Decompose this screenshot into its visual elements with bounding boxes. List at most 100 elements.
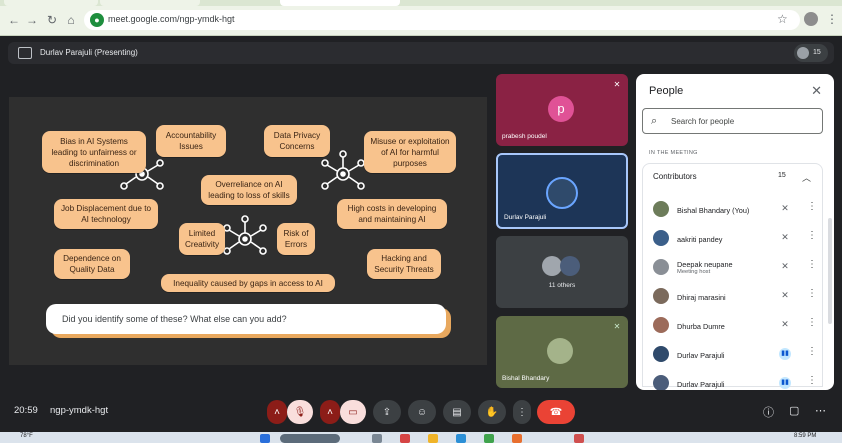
- start-icon[interactable]: [260, 434, 270, 443]
- slide-bubble: Bias in AI Systems leading to unfairness…: [42, 131, 146, 173]
- search-input[interactable]: ⌕ Search for people: [642, 108, 823, 134]
- participant-tile-prabesh[interactable]: p ✕ prabesh poudel: [496, 74, 628, 146]
- section-label: IN THE MEETING: [649, 150, 698, 156]
- url-text: meet.google.com/ngp-ymdk-hgt: [108, 14, 235, 24]
- group-count: 15: [778, 172, 786, 179]
- camera-off-button[interactable]: ▭: [340, 400, 366, 424]
- browser-tab-active[interactable]: [280, 0, 400, 6]
- slide-bubble: Misuse or exploitation of AI for harmful…: [364, 131, 456, 173]
- participants-chip[interactable]: 15: [794, 44, 828, 62]
- weather-widget[interactable]: 78°F: [20, 433, 33, 439]
- chevron-up-icon[interactable]: ︿: [802, 171, 811, 184]
- taskbar-app-icon[interactable]: [400, 434, 410, 443]
- participant-name: Durlav Parajuli: [677, 351, 725, 360]
- browser-tab[interactable]: [100, 0, 200, 6]
- presentation-banner: Durlav Parajuli (Presenting) 15: [8, 42, 834, 64]
- participant-name: Durlav Parajuli: [677, 380, 725, 389]
- more-options-icon[interactable]: ⋮: [807, 259, 817, 270]
- scrollbar[interactable]: [828, 218, 832, 324]
- avatar: [653, 346, 669, 362]
- participant-name: aakriti pandey: [677, 235, 723, 244]
- speaking-indicator-icon: ▮▮: [779, 348, 791, 360]
- taskbar-app-icon[interactable]: [428, 434, 438, 443]
- participant-row[interactable]: Deepak neupane Meeting host ✕ ⋮: [653, 253, 818, 281]
- captions-button[interactable]: ▤: [443, 400, 471, 424]
- present-now-button[interactable]: ⇪: [373, 400, 401, 424]
- tile-name: Durlav Parajuli: [504, 214, 547, 221]
- participant-row[interactable]: aakriti pandey ✕ ⋮: [653, 224, 818, 252]
- slide-bubble: Risk of Errors: [277, 223, 315, 255]
- participant-tile-bishal[interactable]: ✕ Bishal Bhandary: [496, 316, 628, 388]
- raise-hand-button[interactable]: ✋: [478, 400, 506, 424]
- more-options-icon[interactable]: ⋮: [807, 230, 817, 241]
- participant-row[interactable]: Dhiraj marasini ✕ ⋮: [653, 282, 818, 310]
- speaking-indicator-icon: ▮▮: [779, 377, 791, 389]
- more-options-icon[interactable]: ⋮: [807, 317, 817, 328]
- panel-title: People: [649, 85, 684, 97]
- avatar: [547, 338, 573, 364]
- more-options-icon[interactable]: ⋮: [807, 288, 817, 299]
- video-options-chevron-icon[interactable]: ˄: [320, 400, 340, 424]
- avatar: [653, 230, 669, 246]
- network-hub-icon: [223, 215, 267, 255]
- taskbar-app-icon[interactable]: [484, 434, 494, 443]
- taskbar-search[interactable]: [280, 434, 340, 443]
- participant-row[interactable]: Durlav Parajuli ▮▮ ⋮: [653, 369, 818, 390]
- slide-bubble: High costs in developing and maintaining…: [337, 199, 447, 229]
- present-screen-icon: [18, 47, 32, 59]
- chat-icon[interactable]: ▢: [789, 404, 799, 417]
- site-info-icon[interactable]: ●: [90, 13, 104, 27]
- slide-bubble: Data Privacy Concerns: [264, 125, 330, 157]
- avatar: [653, 317, 669, 333]
- taskbar-app-icon[interactable]: [512, 434, 522, 443]
- mic-off-icon: ✕: [781, 261, 789, 271]
- audio-options-chevron-icon[interactable]: ˄: [267, 400, 287, 424]
- address-bar[interactable]: ● meet.google.com/ngp-ymdk-hgt: [84, 10, 800, 30]
- tile-name: prabesh poudel: [502, 133, 547, 140]
- participant-name: Dhurba Dumre: [677, 322, 725, 331]
- browser-tab[interactable]: [4, 0, 98, 6]
- avatar: [653, 288, 669, 304]
- participants-count: 15: [813, 49, 821, 56]
- avatar: [546, 177, 578, 209]
- home-icon[interactable]: ⌂: [63, 12, 79, 28]
- taskbar-app-icon[interactable]: [456, 434, 466, 443]
- info-icon[interactable]: ⓘ: [763, 404, 774, 420]
- more-options-button[interactable]: ⋮: [513, 400, 531, 424]
- back-icon[interactable]: ←: [6, 12, 22, 28]
- browser-toolbar: ← → ↻ ⌂ ● meet.google.com/ngp-ymdk-hgt ☆…: [0, 0, 842, 36]
- more-options-icon[interactable]: ⋮: [807, 201, 817, 212]
- participant-name: Deepak neupane: [677, 260, 733, 269]
- more-options-icon[interactable]: ⋮: [807, 375, 817, 386]
- close-icon[interactable]: ✕: [811, 83, 822, 99]
- slide-bubble: Dependence on Quality Data: [54, 249, 130, 279]
- avatar: [560, 256, 580, 276]
- slide-bubble: Accountability Issues: [156, 125, 226, 157]
- participant-tile-durlav[interactable]: Durlav Parajuli: [496, 153, 628, 229]
- bookmark-star-icon[interactable]: ☆: [777, 12, 788, 26]
- participant-tile-others[interactable]: 11 others: [496, 236, 628, 308]
- search-icon: ⌕: [651, 115, 658, 127]
- participant-name: Bishal Bhandary (You): [677, 206, 750, 215]
- participant-row[interactable]: Durlav Parajuli ▮▮ ⋮: [653, 340, 818, 368]
- forward-icon[interactable]: →: [24, 12, 40, 28]
- reload-icon[interactable]: ↻: [44, 12, 60, 28]
- participant-row[interactable]: Bishal Bhandary (You) ✕ ⋮: [653, 195, 818, 223]
- mic-off-icon: ✕: [781, 290, 789, 300]
- participants-avatar-icon: [797, 47, 809, 59]
- mic-off-icon: ✕: [781, 319, 789, 329]
- more-options-icon[interactable]: ⋮: [807, 346, 817, 357]
- presenter-label: Durlav Parajuli (Presenting): [40, 48, 138, 57]
- network-hub-icon: [321, 150, 365, 190]
- group-label: Contributors: [653, 172, 697, 181]
- taskbar-app-icon[interactable]: [574, 434, 584, 443]
- taskbar-app-icon[interactable]: [372, 434, 382, 443]
- profile-avatar[interactable]: [804, 12, 818, 26]
- people-panel: People ✕ ⌕ Search for people IN THE MEET…: [636, 74, 834, 390]
- participant-row[interactable]: Dhurba Dumre ✕ ⋮: [653, 311, 818, 339]
- browser-menu-icon[interactable]: ⋮: [826, 12, 838, 26]
- mic-off-button[interactable]: 🎙: [287, 400, 313, 424]
- activities-icon[interactable]: ⋯: [815, 404, 826, 417]
- emoji-button[interactable]: ☺: [408, 400, 436, 424]
- end-call-button[interactable]: ☎: [537, 400, 575, 424]
